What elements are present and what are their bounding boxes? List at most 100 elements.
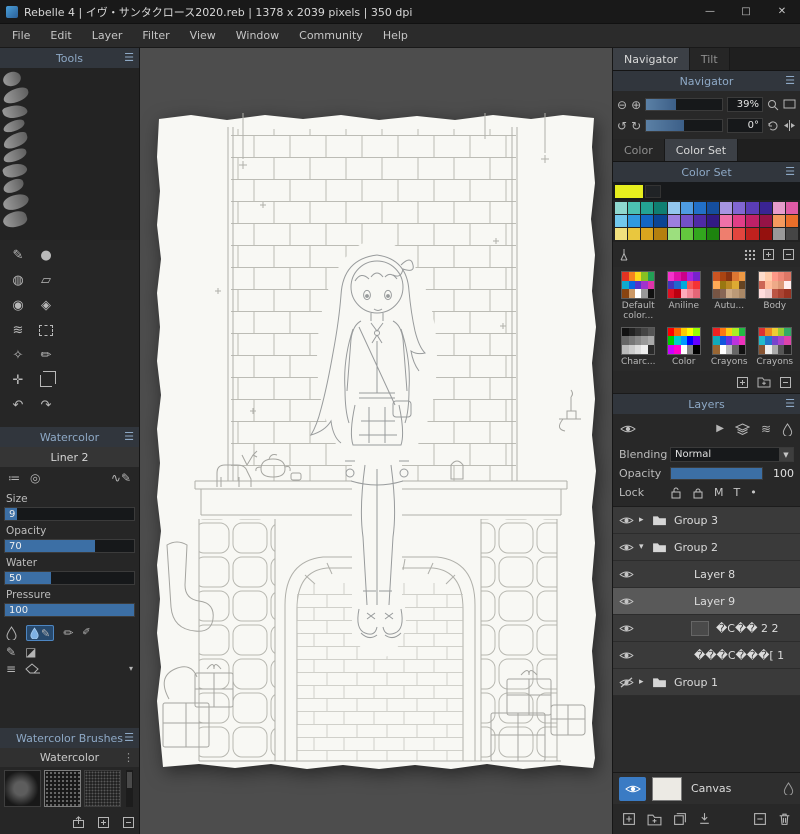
undo-tool[interactable]: ↶ bbox=[6, 396, 30, 415]
menu-file[interactable]: File bbox=[2, 25, 40, 46]
layer-stack-icon[interactable] bbox=[734, 423, 750, 436]
color-picker-icon[interactable] bbox=[618, 248, 630, 261]
layer-row[interactable]: ▸ Group 1 bbox=[613, 669, 800, 697]
fine-pen-icon[interactable]: ✐ bbox=[82, 628, 90, 638]
canvas-settings-icon[interactable] bbox=[783, 782, 794, 795]
layer-row[interactable]: ▸ Group 3 bbox=[613, 507, 800, 535]
paint-tool[interactable]: ✎ bbox=[6, 246, 30, 265]
color-swatch[interactable] bbox=[667, 202, 680, 214]
canvas-viewport[interactable] bbox=[140, 48, 612, 834]
brush-tip-icon[interactable] bbox=[1, 160, 29, 181]
color-swatch[interactable] bbox=[641, 202, 654, 214]
color-swatch[interactable] bbox=[772, 215, 785, 227]
tab-color[interactable]: Color bbox=[613, 139, 665, 161]
blending-dropdown-arrow-icon[interactable]: ▼ bbox=[779, 448, 793, 462]
water-tool[interactable]: ◉ bbox=[6, 296, 30, 315]
expand-arrow-icon[interactable]: ▸ bbox=[639, 515, 652, 525]
add-palette-group-icon[interactable] bbox=[757, 376, 771, 388]
pal-aniline[interactable]: Aniline bbox=[662, 269, 707, 324]
tab-tilt[interactable]: Tilt bbox=[689, 48, 730, 70]
pal-body[interactable]: Body bbox=[753, 269, 798, 324]
color-swatch[interactable] bbox=[680, 215, 693, 227]
visibility-eye-icon[interactable] bbox=[613, 596, 639, 607]
reset-rotation-icon[interactable] bbox=[767, 120, 779, 132]
flip-horizontal-icon[interactable] bbox=[783, 120, 796, 131]
tracing-play-icon[interactable]: ▶ bbox=[716, 424, 724, 434]
brushes-panel-menu-icon[interactable]: ☰ bbox=[124, 731, 134, 744]
rotation-slider[interactable] bbox=[645, 119, 723, 132]
zoom-tool-icon[interactable] bbox=[767, 99, 779, 111]
lock-mask-label[interactable]: M bbox=[714, 486, 724, 499]
color-swatch[interactable] bbox=[785, 215, 798, 227]
color-swatch[interactable] bbox=[615, 215, 628, 227]
blending-dropdown[interactable]: Normal ▼ bbox=[670, 447, 794, 463]
zoom-out-icon[interactable]: ⊖ bbox=[617, 99, 627, 111]
canvas-paper[interactable] bbox=[155, 113, 598, 775]
expand-arrow-icon[interactable]: ▸ bbox=[639, 677, 652, 687]
color-swatch[interactable] bbox=[654, 215, 667, 227]
layers-panel-menu-icon[interactable]: ☰ bbox=[785, 397, 795, 410]
color-swatch[interactable] bbox=[746, 228, 759, 240]
pick-tool[interactable]: ✧ bbox=[6, 346, 30, 365]
color-swatch[interactable] bbox=[759, 228, 772, 240]
brush-tip-icon[interactable] bbox=[1, 85, 31, 106]
pressure-curve-icon[interactable]: ∿✎ bbox=[111, 472, 131, 484]
brush-scrollbar[interactable] bbox=[126, 770, 133, 807]
brush-tip-icon[interactable] bbox=[1, 130, 30, 151]
remove-brush-icon[interactable] bbox=[122, 816, 135, 829]
smudge-tool[interactable]: ● bbox=[34, 246, 58, 265]
wet-layer-waves-icon[interactable]: ≋ bbox=[761, 423, 771, 435]
watercolor-panel-menu-icon[interactable]: ☰ bbox=[124, 430, 134, 443]
color-swatch[interactable] bbox=[667, 228, 680, 240]
color-swatch[interactable] bbox=[693, 202, 706, 214]
edit-tool[interactable]: ✏ bbox=[34, 346, 58, 365]
pal-crayons[interactable]: Crayons bbox=[707, 325, 752, 369]
pal-crayons[interactable]: Crayons bbox=[753, 325, 798, 369]
canvas-artwork[interactable] bbox=[155, 113, 598, 772]
visibility-eye-icon[interactable] bbox=[613, 515, 639, 526]
menu-help[interactable]: Help bbox=[373, 25, 418, 46]
color-swatch[interactable] bbox=[628, 228, 641, 240]
dry-pencil-icon[interactable]: ✏ bbox=[63, 627, 73, 639]
color-swatch[interactable] bbox=[746, 215, 759, 227]
menu-layer[interactable]: Layer bbox=[82, 25, 133, 46]
eraser-large-icon[interactable] bbox=[25, 663, 41, 675]
color-swatch[interactable] bbox=[720, 215, 733, 227]
color-swatch[interactable] bbox=[759, 215, 772, 227]
brush-shape-icon[interactable]: ◎ bbox=[30, 472, 40, 484]
pressure-slider[interactable]: 100 bbox=[4, 603, 135, 617]
layer-opacity-slider[interactable] bbox=[670, 467, 763, 481]
remove-palette-icon[interactable] bbox=[779, 376, 792, 389]
color-swatch[interactable] bbox=[759, 202, 772, 214]
navigator-panel-menu-icon[interactable]: ☰ bbox=[785, 74, 795, 87]
brush-mixer-icon[interactable]: ≔ bbox=[8, 472, 20, 484]
tools-panel-menu-icon[interactable]: ☰ bbox=[124, 51, 134, 64]
color-swatch[interactable] bbox=[615, 202, 628, 214]
brush-tip-icon[interactable] bbox=[1, 146, 29, 165]
eraser-small-icon[interactable]: ◪ bbox=[25, 646, 36, 658]
adjust-sliders-icon[interactable]: ≡ bbox=[6, 663, 16, 675]
rotate-ccw-icon[interactable]: ↺ bbox=[617, 120, 627, 132]
brush-thumbnail[interactable] bbox=[4, 770, 41, 807]
collapse-arrow-icon[interactable]: ▾ bbox=[639, 542, 652, 552]
canvas-layer-row[interactable]: Canvas bbox=[613, 772, 800, 804]
blow-tool[interactable]: ≋ bbox=[6, 321, 30, 340]
brush-group-row[interactable]: Watercolor ⋮ bbox=[0, 748, 139, 767]
layer-row[interactable]: �C�� 2 2 bbox=[613, 615, 800, 643]
swatch-view-icon[interactable] bbox=[744, 249, 755, 260]
visibility-eye-icon[interactable] bbox=[613, 542, 639, 553]
crop-tool[interactable] bbox=[34, 370, 58, 390]
brush-group-menu-icon[interactable]: ⋮ bbox=[123, 751, 134, 764]
menu-edit[interactable]: Edit bbox=[40, 25, 81, 46]
color-swatch[interactable] bbox=[733, 215, 746, 227]
select-tool[interactable] bbox=[34, 321, 58, 340]
color-swatch[interactable] bbox=[746, 202, 759, 214]
rotation-value[interactable]: 0° bbox=[727, 118, 763, 133]
layer-row[interactable]: Layer 8 bbox=[613, 561, 800, 589]
tab-color-set[interactable]: Color Set bbox=[664, 139, 739, 161]
color-set-panel-menu-icon[interactable]: ☰ bbox=[785, 165, 795, 178]
color-swatch[interactable] bbox=[628, 215, 641, 227]
color-swatch[interactable] bbox=[720, 228, 733, 240]
pal-charc-[interactable]: Charc... bbox=[616, 325, 661, 369]
color-swatch[interactable] bbox=[693, 228, 706, 240]
